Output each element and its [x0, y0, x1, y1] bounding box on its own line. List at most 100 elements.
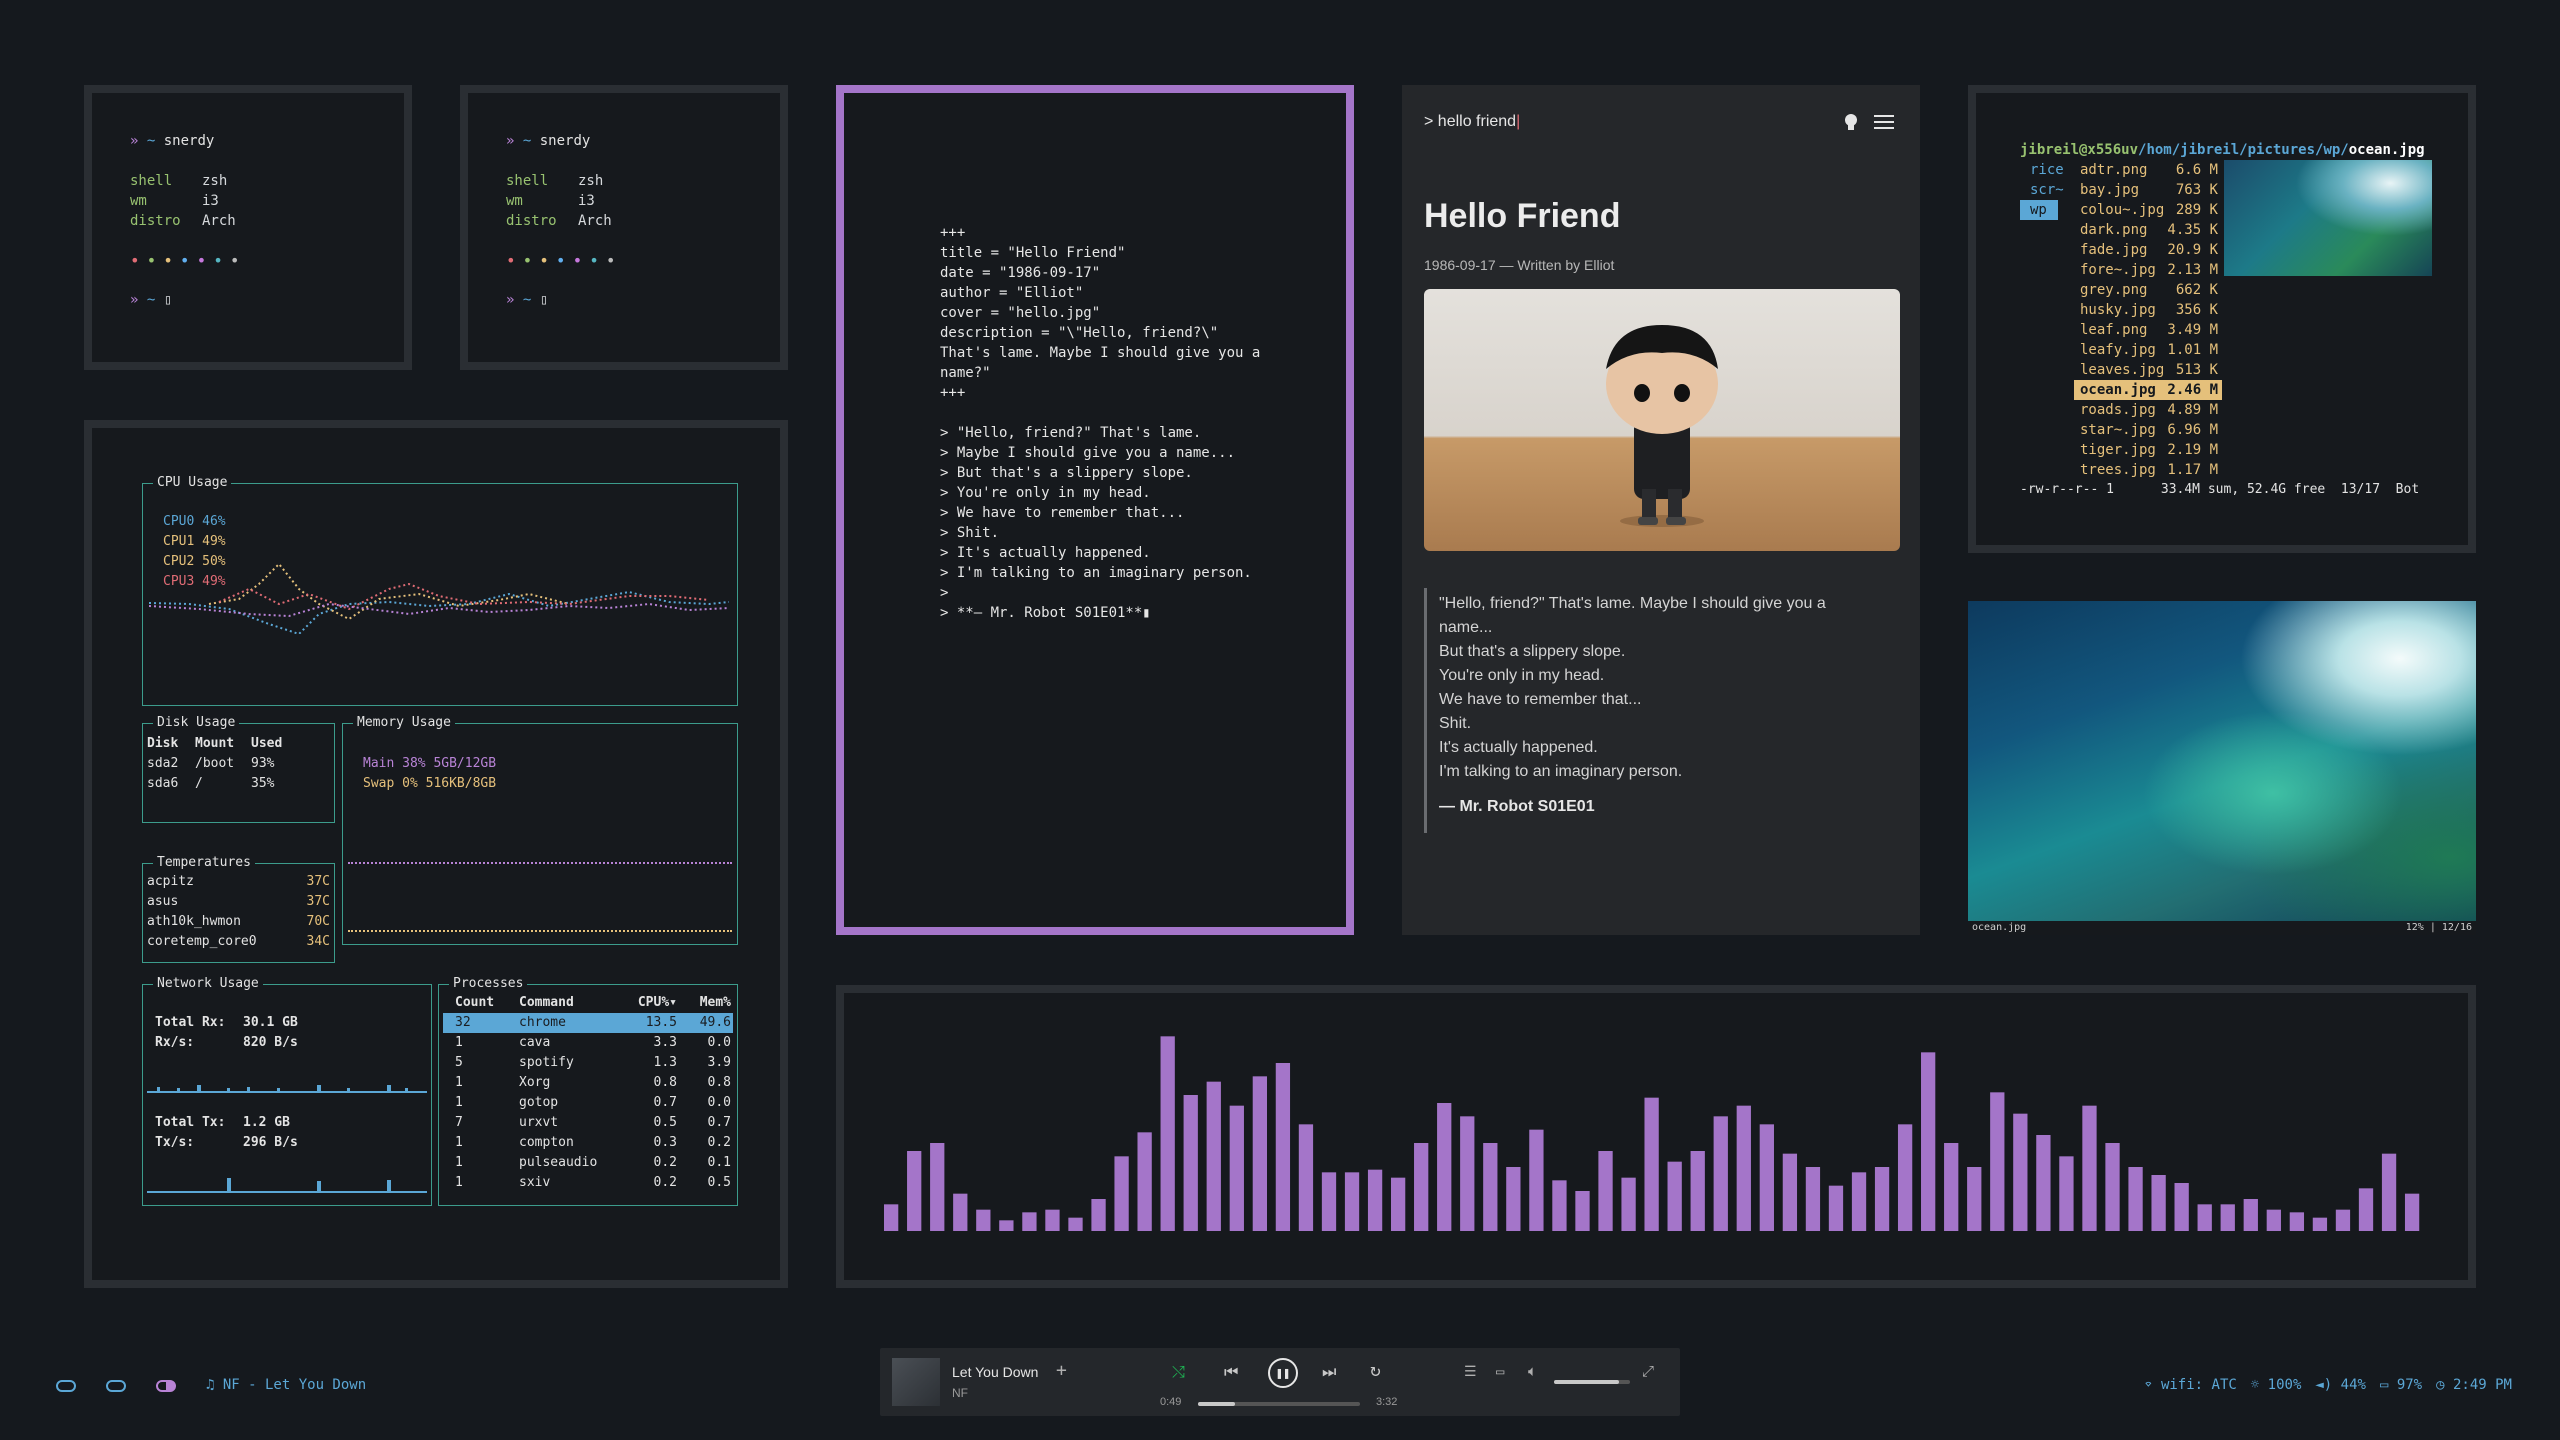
brightness-status[interactable]: ☼ 100%	[2251, 1377, 2302, 1393]
dir-item-selected[interactable]: wp	[2020, 200, 2058, 220]
visualizer-bar	[1045, 1209, 1060, 1231]
workspace-1-icon[interactable]	[56, 1380, 76, 1392]
visualizer-bar	[1367, 1169, 1383, 1231]
ranger-window[interactable]: jibreil@x556uv/hom/jibreil/pictures/wp/o…	[1968, 85, 2476, 553]
file-item[interactable]: tiger.jpg 2.19 M	[2074, 440, 2222, 460]
editor-line[interactable]: > I'm talking to an imaginary person.	[940, 563, 1260, 583]
editor-line[interactable]: description = "\"Hello, friend?\"	[940, 323, 1260, 343]
music-player[interactable]: Let You Down + NF ⤭ ⏮ ❚❚ ⏭ ↻ 0:49 3:32 ☰…	[880, 1348, 1680, 1416]
volume-status[interactable]: ◄) 44%	[2315, 1377, 2366, 1393]
file-item[interactable]: dark.png 4.35 K	[2074, 220, 2222, 240]
file-item[interactable]: husky.jpg 356 K	[2074, 300, 2222, 320]
add-to-library-icon[interactable]: +	[1056, 1360, 1067, 1381]
now-playing[interactable]: ♫ NF - Let You Down	[206, 1377, 366, 1393]
file-item[interactable]: leaf.png 3.49 M	[2074, 320, 2222, 340]
fullscreen-icon[interactable]: ⤢	[1642, 1362, 1654, 1380]
cava-window[interactable]	[836, 985, 2476, 1288]
neofetch-prompt-cursor[interactable]: » ~ ▯	[130, 290, 404, 310]
next-icon[interactable]: ⏭	[1322, 1362, 1336, 1382]
process-row[interactable]: 7 urxvt 0.5 0.7	[443, 1113, 733, 1133]
workspace-3-icon[interactable]	[156, 1380, 176, 1392]
visualizer-bar	[1183, 1095, 1198, 1231]
shuffle-icon[interactable]: ⤭	[1172, 1362, 1185, 1382]
visualizer-bar	[1437, 1103, 1452, 1231]
process-row[interactable]: 5 spotify 1.3 3.9	[443, 1053, 733, 1073]
menu-icon[interactable]	[1874, 114, 1894, 130]
editor-line[interactable]: > We have to remember that...	[940, 503, 1260, 523]
file-item[interactable]: colou~.jpg 289 K	[2074, 200, 2222, 220]
editor-line[interactable]: +++	[940, 383, 1260, 403]
editor-line[interactable]: title = "Hello Friend"	[940, 243, 1260, 263]
visualizer-bar	[1160, 1036, 1175, 1231]
dir-item[interactable]: scr~	[2020, 180, 2070, 200]
editor-line[interactable]: cover = "hello.jpg"	[940, 303, 1260, 323]
pause-button[interactable]: ❚❚	[1268, 1358, 1298, 1388]
editor-line[interactable]: > Maybe I should give you a name...	[940, 443, 1260, 463]
wifi-status[interactable]: ⌔ wifi: ATC	[2144, 1377, 2237, 1393]
ranger-parent-column[interactable]: rice scr~ wp	[2020, 160, 2070, 220]
devices-icon[interactable]: ▭	[1496, 1364, 1504, 1380]
workspace-2-icon[interactable]	[106, 1380, 126, 1392]
queue-icon[interactable]: ☰	[1464, 1364, 1477, 1380]
previous-icon[interactable]: ⏮	[1224, 1362, 1238, 1382]
editor-line[interactable]: > **— Mr. Robot S01E01**▮	[940, 603, 1260, 623]
seek-bar[interactable]	[1198, 1402, 1360, 1406]
process-table-header[interactable]: Count Command CPU%▾ Mem%	[443, 993, 733, 1013]
process-row[interactable]: 1 Xorg 0.8 0.8	[443, 1073, 733, 1093]
editor-line[interactable]: >	[940, 583, 1260, 603]
theme-toggle-icon[interactable]	[1844, 113, 1858, 131]
editor-window[interactable]: +++ title = "Hello Friend" date = "1986-09…	[836, 85, 1354, 935]
post-title[interactable]: Hello Friend	[1424, 197, 1620, 236]
neofetch-prompt-cursor[interactable]: » ~ ▯	[506, 290, 780, 310]
process-row-selected[interactable]: 32 chrome 13.5 49.6	[443, 1013, 733, 1033]
visualizer-bar	[1921, 1052, 1936, 1231]
file-item-selected[interactable]: ocean.jpg 2.46 M	[2074, 380, 2222, 400]
editor-line[interactable]: author = "Elliot"	[940, 283, 1260, 303]
process-row[interactable]: 1 sxiv 0.2 0.5	[443, 1173, 733, 1193]
editor-line[interactable]: +++	[940, 223, 1260, 243]
repeat-icon[interactable]: ↻	[1370, 1360, 1381, 1381]
file-item[interactable]: fore~.jpg 2.13 M	[2074, 260, 2222, 280]
editor-line[interactable]: > Shit.	[940, 523, 1260, 543]
image-viewer-window[interactable]: ocean.jpg 12% | 12/16	[1968, 601, 2476, 935]
file-item[interactable]: adtr.png 6.6 M	[2074, 160, 2222, 180]
process-row[interactable]: 1 pulseaudio 0.2 0.1	[443, 1153, 733, 1173]
neofetch-window-1[interactable]: » ~ snerdy shell zsh wm i3 distro Arch • • • •…	[84, 85, 412, 370]
visualizer-bar	[1828, 1185, 1844, 1231]
file-item[interactable]: leaves.jpg 513 K	[2074, 360, 2222, 380]
file-item[interactable]: fade.jpg 20.9 K	[2074, 240, 2222, 260]
clock[interactable]: ◷ 2:49 PM	[2436, 1377, 2512, 1393]
visualizer-bar	[1874, 1167, 1890, 1231]
editor-line[interactable]: > You're only in my head.	[940, 483, 1260, 503]
quote-line: But that's a slippery slope.	[1439, 643, 1626, 660]
neofetch-info-shell: shell zsh	[130, 173, 228, 189]
file-item[interactable]: grey.png 662 K	[2074, 280, 2222, 300]
file-item[interactable]: star~.jpg 6.96 M	[2074, 420, 2222, 440]
file-item[interactable]: roads.jpg 4.89 M	[2074, 400, 2222, 420]
site-logo[interactable]: > hello friend|	[1424, 113, 1520, 131]
ranger-file-column[interactable]: adtr.png 6.6 Mbay.jpg 763 Kcolou~.jpg 289 K…	[2074, 160, 2222, 480]
editor-line[interactable]	[940, 403, 1260, 423]
process-row[interactable]: 1 compton 0.3 0.2	[443, 1133, 733, 1153]
file-item[interactable]: bay.jpg 763 K	[2074, 180, 2222, 200]
volume-slider[interactable]	[1554, 1380, 1630, 1384]
track-title[interactable]: Let You Down	[952, 1364, 1038, 1380]
file-item[interactable]: trees.jpg 1.17 M	[2074, 460, 2222, 480]
track-artist[interactable]: NF	[952, 1386, 968, 1400]
battery-status[interactable]: ▭ 97%	[2380, 1377, 2422, 1393]
file-item[interactable]: leafy.jpg 1.01 M	[2074, 340, 2222, 360]
volume-icon[interactable]: 🔈︎	[1528, 1362, 1537, 1380]
editor-line[interactable]: > It's actually happened.	[940, 543, 1260, 563]
browser-window[interactable]: > hello friend| Hello Friend 1986-09-17 …	[1402, 85, 1920, 935]
dir-item[interactable]: rice	[2020, 160, 2070, 180]
process-row[interactable]: 1 cava 3.3 0.0	[443, 1033, 733, 1053]
editor-line[interactable]: name?"	[940, 363, 1260, 383]
editor-text[interactable]: +++ title = "Hello Friend" date = "1986-09…	[940, 223, 1260, 623]
editor-line[interactable]: date = "1986-09-17"	[940, 263, 1260, 283]
neofetch-window-2[interactable]: » ~ snerdy shell zsh wm i3 distro Arch • • • •…	[460, 85, 788, 370]
process-row[interactable]: 1 gotop 0.7 0.0	[443, 1093, 733, 1113]
editor-line[interactable]: > "Hello, friend?" That's lame.	[940, 423, 1260, 443]
editor-line[interactable]: That's lame. Maybe I should give you a	[940, 343, 1260, 363]
gotop-window[interactable]: CPU Usage CPU0 46% CPU1 49% CPU2 50% CPU…	[84, 420, 788, 1288]
editor-line[interactable]: > But that's a slippery slope.	[940, 463, 1260, 483]
